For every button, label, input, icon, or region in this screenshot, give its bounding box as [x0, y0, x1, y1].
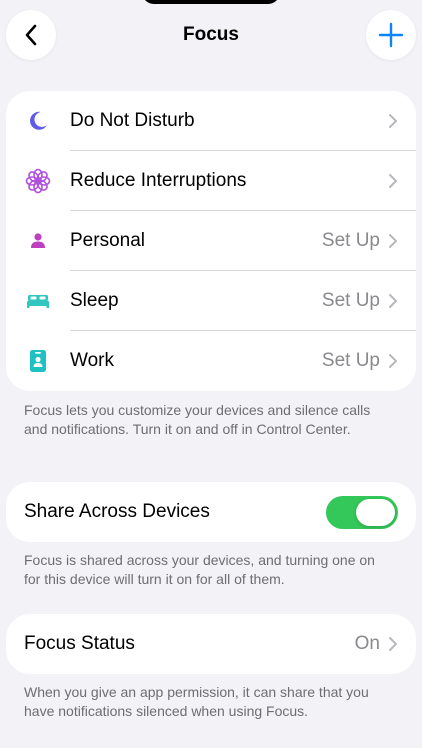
- add-focus-button[interactable]: [366, 10, 416, 60]
- focus-mode-label: Personal: [70, 229, 145, 251]
- focus-mode-detail: Set Up: [321, 289, 380, 311]
- bed-icon: [27, 295, 49, 308]
- focus-mode-label: Sleep: [70, 289, 119, 311]
- focus-footnote: Focus lets you customize your devices an…: [24, 402, 371, 437]
- focus-mode-label: Reduce Interruptions: [70, 169, 247, 191]
- chevron-right-icon: [388, 353, 398, 369]
- focus-mode-personal[interactable]: Personal Set Up: [6, 211, 416, 271]
- focus-mode-work[interactable]: Work Set Up: [6, 331, 416, 391]
- flower-icon: [25, 168, 51, 194]
- share-footnote: Focus is shared across your devices, and…: [24, 552, 375, 587]
- badge-icon: [30, 350, 46, 372]
- focus-mode-sleep[interactable]: Sleep Set Up: [6, 271, 416, 331]
- navigation-bar: Focus: [0, 10, 422, 60]
- focus-mode-reduce-interruptions[interactable]: Reduce Interruptions: [6, 151, 416, 211]
- person-icon: [31, 233, 45, 248]
- focus-mode-detail: Set Up: [321, 229, 380, 251]
- focus-mode-detail: Set Up: [321, 350, 380, 371]
- toggle-knob: [356, 498, 395, 526]
- share-across-devices-group: Share Across Devices: [6, 482, 416, 542]
- focus-status-row[interactable]: Focus Status On: [6, 614, 416, 674]
- focus-mode-do-not-disturb[interactable]: Do Not Disturb: [6, 91, 416, 151]
- focus-status-group: Focus Status On: [6, 614, 416, 674]
- device-notch: [142, 0, 280, 4]
- focus-status-label: Focus Status: [24, 633, 135, 654]
- focus-status-value: On: [354, 633, 380, 654]
- share-across-devices-label: Share Across Devices: [24, 501, 210, 522]
- plus-icon: [378, 22, 404, 48]
- moon-icon: [30, 111, 47, 130]
- chevron-right-icon: [388, 233, 398, 249]
- focus-modes-list: Do Not Disturb Reduce Interruptions Pers…: [6, 91, 416, 391]
- focus-settings-screen: Focus Do Not Disturb Reduce Interruption…: [0, 0, 422, 748]
- share-across-devices-row: Share Across Devices: [6, 482, 416, 542]
- page-title: Focus: [183, 24, 239, 45]
- chevron-right-icon: [388, 113, 398, 129]
- share-across-devices-toggle[interactable]: [326, 495, 398, 529]
- chevron-right-icon: [388, 173, 398, 189]
- focus-mode-label: Work: [70, 350, 114, 371]
- chevron-right-icon: [388, 293, 398, 309]
- focus-mode-label: Do Not Disturb: [70, 109, 195, 131]
- chevron-right-icon: [388, 636, 398, 652]
- status-footnote: When you give an app permission, it can …: [24, 684, 369, 719]
